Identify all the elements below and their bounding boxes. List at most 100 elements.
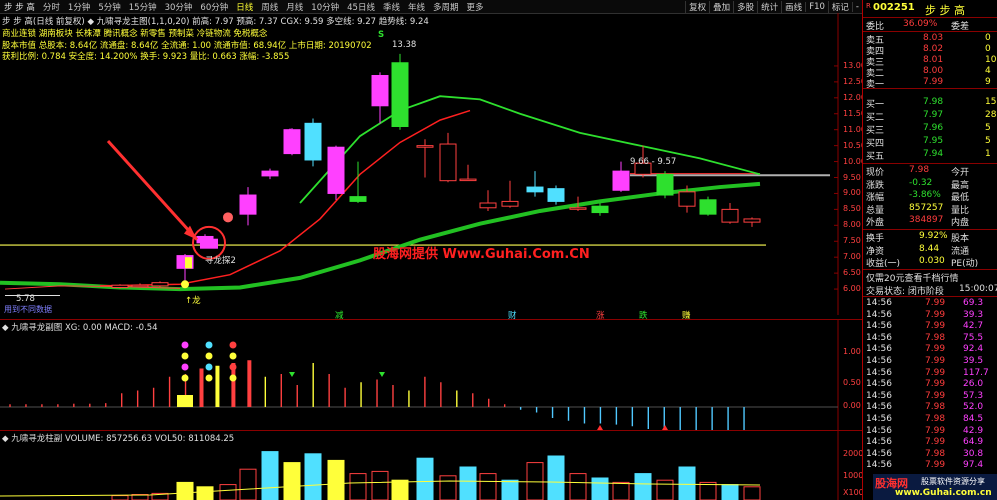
divider xyxy=(863,296,997,297)
volume-chart[interactable] xyxy=(0,431,862,500)
period-tab[interactable]: 分时 xyxy=(39,1,64,13)
candle-body xyxy=(547,188,565,202)
signal-dot xyxy=(181,341,189,349)
tick-time: 14:56 xyxy=(866,298,892,308)
toolbar-button[interactable]: 叠加 xyxy=(709,0,733,13)
macd-chart[interactable] xyxy=(0,320,862,430)
volume-bar xyxy=(591,477,609,500)
tick-volume: 69.3 xyxy=(963,298,984,308)
candle-body xyxy=(699,199,717,215)
tick-time: 14:56 xyxy=(866,414,892,424)
trend-line xyxy=(0,181,761,292)
bid-price: 7.96 xyxy=(923,123,944,133)
bid-row: 买五 7.94 1 xyxy=(863,149,997,162)
ask-row: 卖五 8.03 0 xyxy=(863,33,997,46)
bid-price: 7.95 xyxy=(923,136,944,146)
r-icon: R xyxy=(866,2,871,10)
fin-row: 收益(一) 0.030 PE(动) xyxy=(863,256,997,269)
tick-row: 14:56 7.99 69.3 xyxy=(863,298,997,309)
volume-bar xyxy=(569,473,587,500)
candle-body xyxy=(743,218,761,223)
candle-body xyxy=(526,186,544,193)
quote-value: 7.98 xyxy=(909,165,930,175)
tick-time: 14:56 xyxy=(866,332,892,343)
tick-volume: 26.0 xyxy=(963,379,984,390)
ask-volume: 9 xyxy=(985,77,991,87)
period-tab[interactable]: 季线 xyxy=(379,1,404,13)
toolbar-button[interactable]: 复权 xyxy=(685,0,709,13)
low-price-label: 5.78 xyxy=(16,294,35,304)
toolbar-button[interactable]: 多股 xyxy=(733,0,757,13)
tick-time: 14:56 xyxy=(866,402,892,413)
app-title: 步 步 高 xyxy=(4,2,35,13)
period-tab[interactable]: 5分钟 xyxy=(94,1,124,13)
brand-banner[interactable]: 股海网 股票软件资源分享 www.Guhai.com.cn xyxy=(873,474,997,500)
tick-volume: 117.7 xyxy=(963,367,989,378)
bid-price: 7.97 xyxy=(923,110,944,120)
bid-volume: 1 xyxy=(985,149,991,159)
period-tab[interactable]: 更多 xyxy=(463,1,488,13)
signal-dot xyxy=(205,341,213,349)
signal-dot xyxy=(229,341,237,349)
price-tick: 7.50 xyxy=(843,236,861,246)
volume-bar xyxy=(239,468,257,500)
toolbar-button[interactable]: F10 xyxy=(805,1,828,12)
toolbar-button[interactable]: - xyxy=(851,1,862,12)
quote-label: 量比 xyxy=(951,205,970,216)
period-tab[interactable]: 日线 xyxy=(232,1,257,13)
volume-bar xyxy=(349,473,367,500)
period-tab[interactable]: 10分钟 xyxy=(307,1,343,13)
fin-row: 净资 8.44 流通 xyxy=(863,244,997,257)
tick-row: 14:56 7.99 39.5 xyxy=(863,356,997,367)
period-tab[interactable]: 月线 xyxy=(282,1,307,13)
period-tab[interactable]: 60分钟 xyxy=(196,1,232,13)
tick-volume: 39.5 xyxy=(963,356,984,366)
quote-label: 现价 xyxy=(866,168,885,178)
signal-dot xyxy=(181,280,189,289)
volume-bar xyxy=(721,484,739,500)
volume-bar xyxy=(391,479,409,500)
level2-ad[interactable]: 仅需20元查看千档行情 xyxy=(863,271,997,284)
divider xyxy=(863,163,997,164)
toolbar-button[interactable]: 统计 xyxy=(757,0,781,13)
level2-ad-text[interactable]: 仅需20元查看千档行情 xyxy=(866,271,958,284)
bid-label: 买二 xyxy=(866,113,885,123)
signal-dot xyxy=(205,352,213,360)
period-tab[interactable]: 年线 xyxy=(404,1,429,13)
price-tick: 8.50 xyxy=(843,204,861,214)
period-tab[interactable]: 1分钟 xyxy=(64,1,94,13)
period-tab[interactable]: 多周期 xyxy=(429,1,463,13)
volume-bar xyxy=(416,457,434,500)
divider xyxy=(863,229,997,230)
toolbar-button[interactable]: 画线 xyxy=(781,0,805,13)
period-tab[interactable]: 周线 xyxy=(257,1,282,13)
tick-time: 14:56 xyxy=(866,367,892,378)
tick-price: 7.99 xyxy=(925,390,946,401)
status-time: 15:00:07 xyxy=(959,284,997,294)
candle-body xyxy=(151,282,169,287)
period-tab[interactable]: 15分钟 xyxy=(125,1,161,13)
tick-price: 7.99 xyxy=(925,425,946,436)
bid-price: 7.94 xyxy=(923,149,944,159)
fin-value: 9.92% xyxy=(919,231,948,241)
fin-value: 0.030 xyxy=(919,256,945,266)
quote-row: 总量 857257 量比 xyxy=(863,202,997,216)
fin-label: 股本 xyxy=(951,234,970,244)
price-tick: 7.00 xyxy=(843,252,861,262)
signal-dot xyxy=(229,352,237,360)
period-tab[interactable]: 30分钟 xyxy=(161,1,197,13)
candlestick-chart[interactable] xyxy=(0,13,862,315)
tick-volume: 42.7 xyxy=(963,321,984,332)
quote-panel: R 002251 步 步 高 委比 36.09% 委差 仅需20元查看千档行情 … xyxy=(862,0,997,500)
quote-value: 857257 xyxy=(909,202,944,213)
tick-time: 14:56 xyxy=(866,356,892,366)
candle-body xyxy=(304,122,322,161)
candle-body xyxy=(261,170,279,177)
period-tab[interactable]: 45日线 xyxy=(343,1,379,13)
tick-volume: 42.9 xyxy=(963,425,984,436)
ask-row: 卖一 7.99 9 xyxy=(863,77,997,90)
signal-dot xyxy=(181,363,189,371)
tick-price: 7.99 xyxy=(925,309,946,320)
toolbar-button[interactable]: 标记 xyxy=(827,0,852,13)
tick-price: 7.99 xyxy=(925,460,946,471)
